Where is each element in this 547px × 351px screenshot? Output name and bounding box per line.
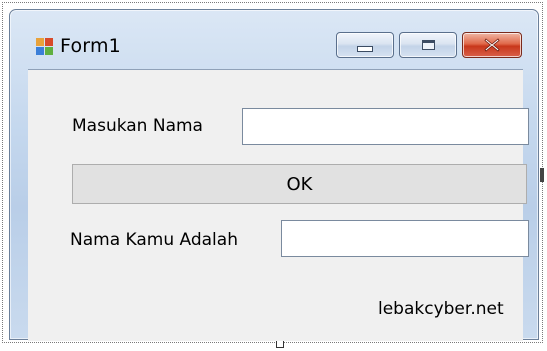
designer-canvas: Form1 Masukan Nama OK Nama Kamu Adalah l… [0, 0, 547, 351]
caption-buttons [336, 32, 522, 58]
result-output[interactable] [281, 220, 529, 257]
name-input[interactable] [242, 108, 529, 145]
right-resize-handle[interactable] [540, 168, 544, 182]
title-bar[interactable]: Form1 [10, 10, 538, 68]
minimize-button[interactable] [336, 32, 394, 58]
result-label: Nama Kamu Adalah [70, 230, 238, 250]
winforms-app-icon [36, 38, 53, 55]
window-title: Form1 [60, 35, 121, 57]
close-icon [484, 38, 500, 52]
footer-credit: lebakcyber.net [378, 299, 504, 319]
close-button[interactable] [462, 32, 522, 58]
name-label: Masukan Nama [72, 116, 203, 136]
form-client-area: Masukan Nama OK Nama Kamu Adalah lebakcy… [28, 69, 529, 341]
form-window: Form1 Masukan Nama OK Nama Kamu Adalah l… [9, 9, 539, 341]
maximize-icon [421, 40, 435, 50]
maximize-button[interactable] [399, 32, 457, 58]
minimize-icon [357, 46, 373, 52]
ok-button[interactable]: OK [72, 164, 527, 204]
bottom-resize-handle[interactable] [276, 340, 284, 348]
